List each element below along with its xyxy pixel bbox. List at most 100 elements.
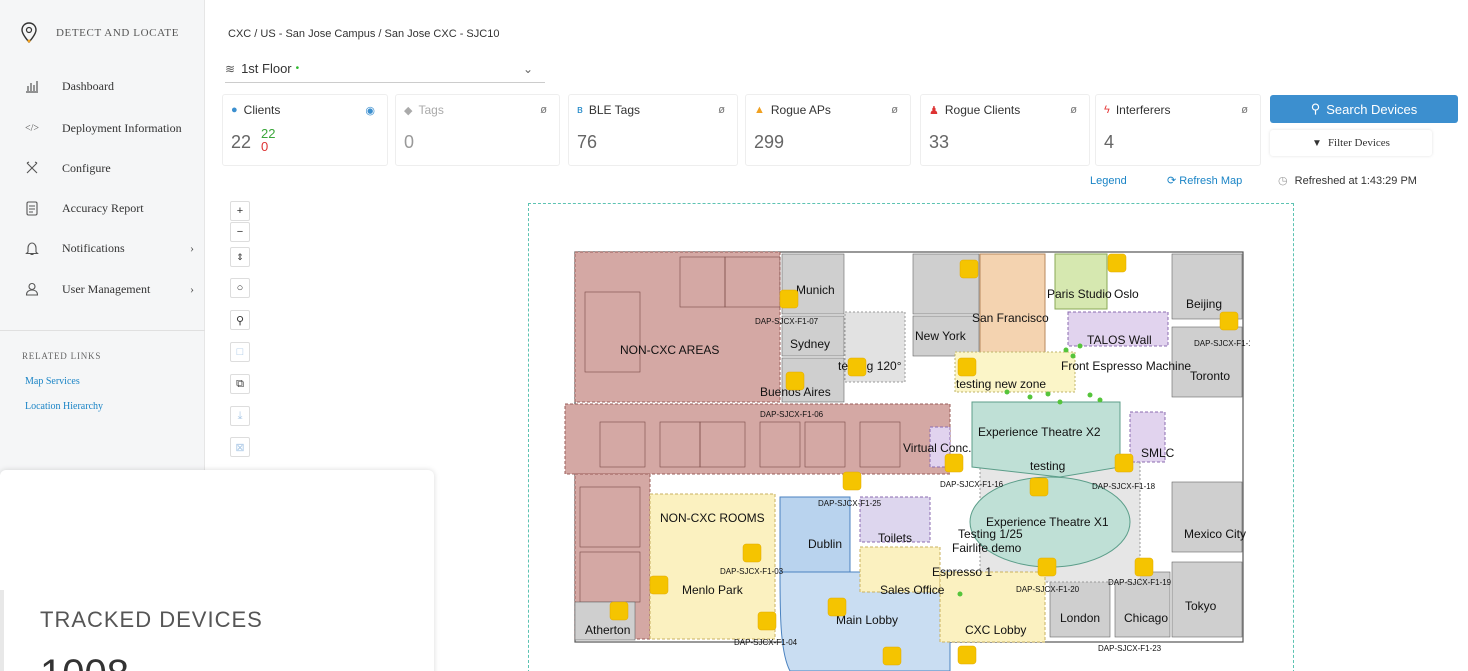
refresh-map-link[interactable]: ⟳ Refresh Map <box>1167 174 1242 187</box>
zone-label: testing 120° <box>838 359 902 373</box>
stat-label: Interferers <box>1115 103 1171 117</box>
sidebar-item-configure[interactable]: Configure <box>24 160 194 176</box>
zone-label: SMLC <box>1141 446 1175 460</box>
stat-value: 4 <box>1104 132 1115 152</box>
zone-label: Dublin <box>808 537 842 551</box>
plus-icon: + <box>236 205 244 217</box>
sidebar-item-accuracy-report[interactable]: Accuracy Report <box>24 200 194 216</box>
pin-button[interactable]: ⚲ <box>230 310 250 330</box>
sidebar-item-notifications[interactable]: Notifications › <box>24 240 194 256</box>
draw-circle-button[interactable]: ○ <box>230 278 250 298</box>
stat-label: BLE Tags <box>588 103 640 117</box>
stat-value: 0 <box>404 132 415 152</box>
zone-label: Sydney <box>790 337 830 351</box>
zone-label: testing new zone <box>956 377 1046 391</box>
eye-off-icon[interactable]: ø <box>718 104 725 116</box>
sidebar-item-deployment-information[interactable]: </> Deployment Information <box>24 120 194 136</box>
zone-label: NON-CXC ROOMS <box>660 511 765 525</box>
eye-off-icon[interactable]: ø <box>540 104 547 116</box>
link-map-services[interactable]: Map Services <box>25 376 80 387</box>
ap-icon <box>1219 311 1239 331</box>
ap-icon <box>957 645 977 665</box>
stat-rogue-aps[interactable]: ▲ Rogue APs ø 299 <box>745 94 911 166</box>
link-location-hierarchy[interactable]: Location Hierarchy <box>25 401 103 412</box>
stat-rogue-clients[interactable]: ♟ Rogue Clients ø 33 <box>920 94 1090 166</box>
fit-map-button[interactable]: ⊠ <box>230 437 250 457</box>
zone-label: San Francisco <box>972 311 1049 325</box>
draw-square-button[interactable]: □ <box>230 342 250 362</box>
zoom-out-button[interactable]: − <box>230 222 250 242</box>
zoom-in-button[interactable]: + <box>230 201 250 221</box>
compass-icon: ⇕ <box>236 251 244 262</box>
stat-label: Rogue APs <box>770 103 831 117</box>
tag-icon: ◆ <box>404 104 413 117</box>
stat-clients[interactable]: ● Clients ◉ 22 22 0 <box>222 94 388 166</box>
clock-icon: ◷ <box>1278 175 1288 187</box>
zone-label: Toronto <box>1190 369 1230 383</box>
ap-icon <box>609 601 629 621</box>
zone-label: Chicago <box>1124 611 1168 625</box>
zone-label: Testing 1/25 <box>958 527 1023 541</box>
filter-icon: ▼ <box>1312 137 1322 149</box>
ap-icon <box>959 259 979 279</box>
chart-bar-icon <box>24 78 40 94</box>
bluetooth-icon: ʙ <box>577 104 583 116</box>
sidebar-item-label: Dashboard <box>62 78 114 93</box>
ap-label: DAP-SJCX-F1-04 <box>734 638 798 647</box>
sidebar-item-dashboard[interactable]: Dashboard <box>24 78 194 94</box>
ap-label: DAP-SJCX-F1-07 <box>755 317 819 326</box>
ap-icon <box>1134 557 1154 577</box>
download-icon: ⤓ <box>237 409 243 422</box>
stat-value: 33 <box>929 132 950 152</box>
breadcrumb: CXC / US - San Jose Campus / San Jose CX… <box>228 28 500 40</box>
zone-label: Atherton <box>585 623 630 637</box>
sidebar-item-label: User Management <box>62 281 151 296</box>
download-button[interactable]: ⤓ <box>230 406 250 426</box>
ap-icon <box>1114 453 1134 473</box>
filter-devices-button[interactable]: ▼ Filter Devices <box>1270 130 1432 156</box>
zone-label: Mexico City <box>1184 527 1246 541</box>
bell-icon <box>24 240 40 256</box>
legend-link[interactable]: Legend <box>1090 175 1127 187</box>
ap-icon <box>1037 557 1057 577</box>
ap-icon <box>847 357 867 377</box>
floor-select[interactable]: ≋ 1st Floor • ⌄ <box>225 55 545 83</box>
copy-button[interactable]: ⧉ <box>230 374 250 394</box>
app-brand[interactable]: DETECT AND LOCATE <box>20 22 179 44</box>
ap-icon <box>1029 477 1049 497</box>
ap-icon <box>757 611 777 631</box>
square-icon: □ <box>236 346 244 358</box>
clients-breakdown: 22 0 <box>261 127 275 153</box>
zone-label: Paris Studio <box>1047 287 1112 301</box>
user-icon <box>24 281 40 297</box>
floor-plan-map[interactable]: NON-CXC AREAS Munich Sydney Buenos Aires… <box>560 232 1250 671</box>
zone-label: Experience Theatre X2 <box>978 425 1101 439</box>
floor-select-value: 1st Floor <box>241 61 292 76</box>
zone-label: Toilets <box>878 531 912 545</box>
sidebar-divider <box>0 330 205 331</box>
sidebar-item-user-management[interactable]: User Management › <box>24 281 194 297</box>
stat-label: Clients <box>243 103 281 117</box>
eye-off-icon[interactable]: ø <box>1070 104 1077 116</box>
eye-off-icon[interactable]: ø <box>1241 104 1248 116</box>
stat-tags[interactable]: ◆ Tags ø 0 <box>395 94 560 166</box>
ap-icon <box>827 597 847 617</box>
stat-interferers[interactable]: ϟ Interferers ø 4 <box>1095 94 1261 166</box>
ap-icon <box>842 471 862 491</box>
zone-label: Sales Office <box>880 583 945 597</box>
zone-label: Menlo Park <box>682 583 744 597</box>
ap-icon <box>944 453 964 473</box>
status-dot-icon: • <box>295 63 300 74</box>
stat-ble-tags[interactable]: ʙ BLE Tags ø 76 <box>568 94 738 166</box>
search-devices-button[interactable]: ⚲ Search Devices <box>1270 95 1458 123</box>
sidebar-item-label: Configure <box>62 160 111 175</box>
rogue-client-icon: ♟ <box>929 104 939 117</box>
ap-icon <box>957 357 977 377</box>
eye-icon[interactable]: ◉ <box>365 104 375 117</box>
stat-label: Rogue Clients <box>944 103 1021 117</box>
stat-value: 76 <box>577 132 598 152</box>
zone-label: Fairlife demo <box>952 541 1022 555</box>
eye-off-icon[interactable]: ø <box>891 104 898 116</box>
compass-button[interactable]: ⇕ <box>230 247 250 267</box>
ap-icon <box>1107 253 1127 273</box>
